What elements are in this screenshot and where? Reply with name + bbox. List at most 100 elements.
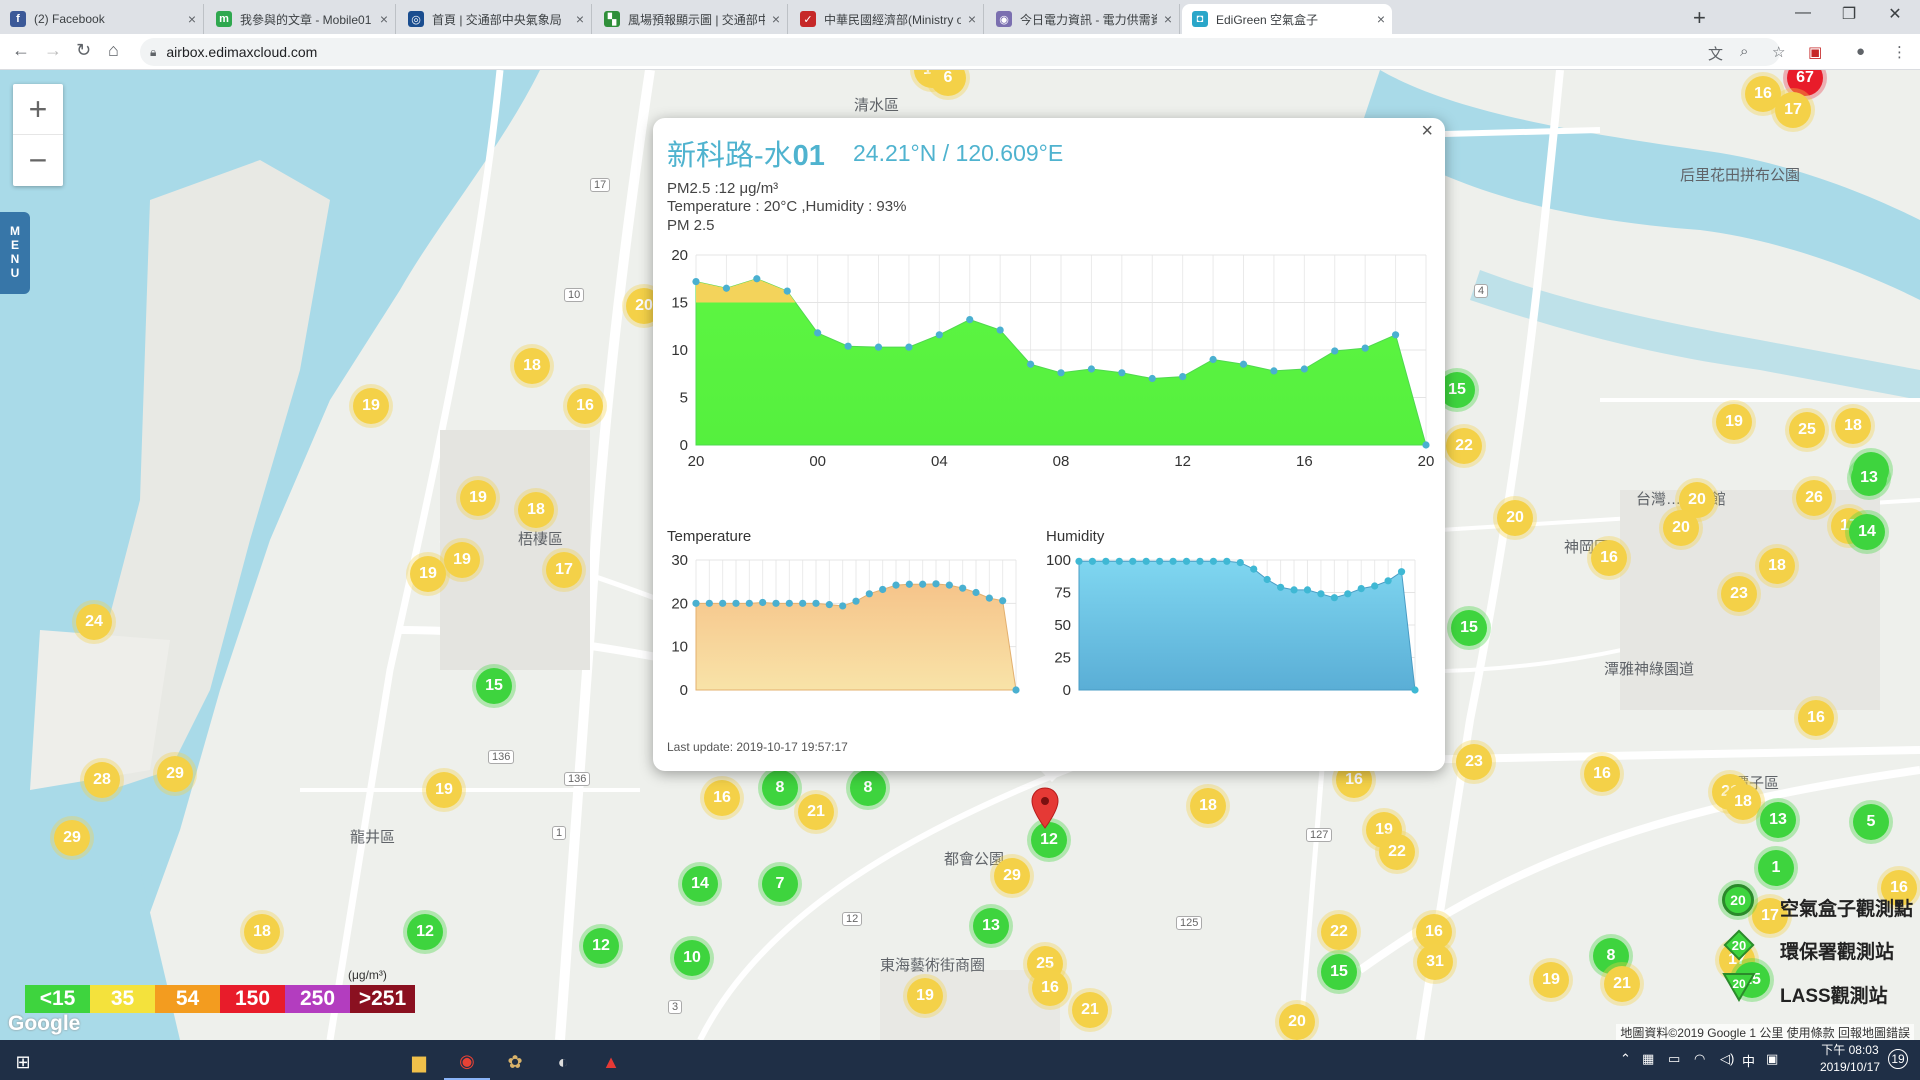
tab-close-icon[interactable]: × — [1157, 11, 1179, 27]
sensor-marker[interactable]: 15 — [1451, 610, 1487, 646]
new-tab-button[interactable]: + — [1693, 5, 1706, 31]
sensor-marker[interactable]: 21 — [798, 794, 834, 830]
windows-start-icon[interactable]: ⊞ — [0, 1044, 46, 1080]
sensor-marker[interactable]: 16 — [1591, 540, 1627, 576]
app-icon-1[interactable]: ✿ — [492, 1044, 538, 1080]
sensor-marker[interactable]: 13 — [1851, 460, 1887, 496]
sensor-marker[interactable]: 18 — [514, 348, 550, 384]
tab-close-icon[interactable]: × — [961, 11, 983, 27]
sensor-marker[interactable]: 19 — [907, 978, 943, 1014]
sensor-marker[interactable]: 29 — [994, 858, 1030, 894]
back-icon[interactable]: ← — [12, 40, 30, 61]
tray-chevron-icon[interactable]: ⌃ — [1620, 1051, 1631, 1067]
forward-icon[interactable]: → — [44, 40, 62, 61]
sensor-marker[interactable]: 16 — [1032, 970, 1068, 1006]
sensor-marker[interactable]: 29 — [157, 756, 193, 792]
sensor-marker[interactable]: 8 — [762, 770, 798, 806]
tray-wifi-icon[interactable]: ◠ — [1694, 1051, 1705, 1067]
sensor-marker[interactable]: 20 — [1279, 1004, 1315, 1040]
home-icon[interactable]: ⌂ — [108, 40, 119, 61]
zoom-out-button[interactable]: − — [13, 135, 63, 185]
sensor-marker[interactable]: 25 — [1789, 412, 1825, 448]
sensor-marker[interactable]: 26 — [1796, 480, 1832, 516]
sensor-marker[interactable]: 22 — [1379, 834, 1415, 870]
sensor-marker[interactable]: 24 — [76, 604, 112, 640]
app-icon-2[interactable]: ◐ — [540, 1044, 586, 1080]
zoom-icon[interactable]: ⌕ — [1740, 43, 1748, 60]
sensor-marker[interactable]: 18 — [1835, 408, 1871, 444]
tab-close-icon[interactable]: × — [765, 11, 787, 27]
sensor-marker[interactable]: 19 — [1533, 962, 1569, 998]
sensor-marker[interactable]: 10 — [674, 940, 710, 976]
sensor-marker[interactable]: 15 — [476, 668, 512, 704]
sensor-marker[interactable]: 18 — [1190, 788, 1226, 824]
sensor-marker[interactable]: 19 — [1716, 404, 1752, 440]
browser-tab[interactable]: ▚ 風場預報顯示圖 | 交通部中央氣象× — [594, 4, 788, 34]
sensor-marker[interactable]: 17 — [546, 552, 582, 588]
browser-tab[interactable]: f (2) Facebook × — [0, 4, 204, 34]
sensor-marker[interactable]: 16 — [704, 780, 740, 816]
taskbar-clock[interactable]: 下午 08:03 2019/10/17 — [1820, 1042, 1880, 1076]
map-attribution[interactable]: 地圖資料©2019 Google 1 公里 使用條款 回報地圖錯誤 — [1616, 1024, 1914, 1041]
file-explorer-icon[interactable]: ▆ — [396, 1044, 442, 1080]
sensor-marker[interactable]: 1 — [1758, 850, 1794, 886]
sensor-marker[interactable]: 19 — [410, 556, 446, 592]
popup-close-button[interactable]: × — [1421, 120, 1433, 143]
sensor-marker[interactable]: 19 — [353, 388, 389, 424]
maximize-button[interactable]: ❐ — [1826, 4, 1872, 24]
browser-tab[interactable]: ◉ 今日電力資訊 - 電力供需資訊 - 台× — [986, 4, 1180, 34]
sensor-marker[interactable]: 14 — [1849, 514, 1885, 550]
browser-tab[interactable]: ◎ 首頁 | 交通部中央氣象局 × — [398, 4, 592, 34]
extension-icon[interactable]: ▣ — [1808, 43, 1822, 61]
sensor-marker[interactable]: 13 — [1760, 802, 1796, 838]
sensor-marker[interactable]: 22 — [1446, 428, 1482, 464]
sensor-marker[interactable]: 22 — [1321, 914, 1357, 950]
sensor-marker[interactable]: 31 — [1417, 944, 1453, 980]
sensor-marker[interactable]: 18 — [1759, 548, 1795, 584]
sensor-marker[interactable]: 20 — [1663, 510, 1699, 546]
sensor-marker[interactable]: 12 — [583, 928, 619, 964]
browser-tab[interactable]: ◘ EdiGreen 空氣盒子 × — [1182, 4, 1392, 34]
sensor-marker[interactable]: 15 — [1321, 954, 1357, 990]
sensor-marker[interactable]: 13 — [973, 908, 1009, 944]
sensor-marker[interactable]: 18 — [1725, 784, 1761, 820]
tab-close-icon[interactable]: × — [373, 11, 395, 27]
zoom-in-button[interactable]: + — [13, 84, 63, 134]
tab-close-icon[interactable]: × — [569, 11, 591, 27]
sensor-marker[interactable]: 23 — [1456, 744, 1492, 780]
bookmark-star-icon[interactable]: ☆ — [1772, 43, 1785, 61]
sensor-marker[interactable]: 5 — [1853, 804, 1889, 840]
sensor-marker[interactable]: 20 — [1497, 500, 1533, 536]
sensor-marker[interactable]: 19 — [426, 772, 462, 808]
tab-close-icon[interactable]: × — [181, 11, 203, 27]
browser-tab[interactable]: m 我參與的文章 - Mobile01 × — [206, 4, 396, 34]
sensor-marker[interactable]: 21 — [1604, 966, 1640, 1002]
sensor-marker[interactable]: 7 — [762, 866, 798, 902]
address-bar[interactable]: 🔒︎ airbox.edimaxcloud.com — [140, 38, 1780, 66]
sensor-marker[interactable]: 21 — [1072, 992, 1108, 1028]
menu-dots-icon[interactable]: ⋮ — [1892, 43, 1907, 61]
close-window-button[interactable]: ✕ — [1872, 4, 1918, 24]
tab-close-icon[interactable]: × — [1370, 11, 1392, 27]
chrome-icon[interactable]: ◉ — [444, 1044, 490, 1080]
sensor-marker[interactable]: 8 — [850, 770, 886, 806]
sensor-marker[interactable]: 18 — [518, 492, 554, 528]
tray-network-icon[interactable]: ▦ — [1642, 1051, 1654, 1067]
sensor-marker[interactable]: 16 — [1798, 700, 1834, 736]
tray-ime[interactable]: 中 — [1742, 1051, 1755, 1070]
tray-battery-icon[interactable]: ▭ — [1668, 1051, 1680, 1067]
sensor-marker[interactable]: 19 — [444, 542, 480, 578]
selected-location-pin-icon[interactable] — [1030, 786, 1060, 830]
sensor-marker[interactable]: 23 — [1721, 576, 1757, 612]
notification-count[interactable]: 19 — [1888, 1049, 1908, 1069]
sensor-marker[interactable]: 16 — [567, 388, 603, 424]
tray-keyboard-icon[interactable]: ▣ — [1766, 1051, 1778, 1067]
sensor-marker[interactable]: 16 — [1584, 756, 1620, 792]
sensor-marker[interactable]: 18 — [244, 914, 280, 950]
sensor-marker[interactable]: 12 — [407, 914, 443, 950]
translate-icon[interactable]: 文 — [1708, 43, 1723, 64]
minimize-button[interactable]: — — [1780, 4, 1826, 22]
reload-icon[interactable]: ↻ — [76, 40, 91, 61]
app-icon-3[interactable]: ▲ — [588, 1044, 634, 1080]
sensor-marker[interactable]: 29 — [54, 820, 90, 856]
